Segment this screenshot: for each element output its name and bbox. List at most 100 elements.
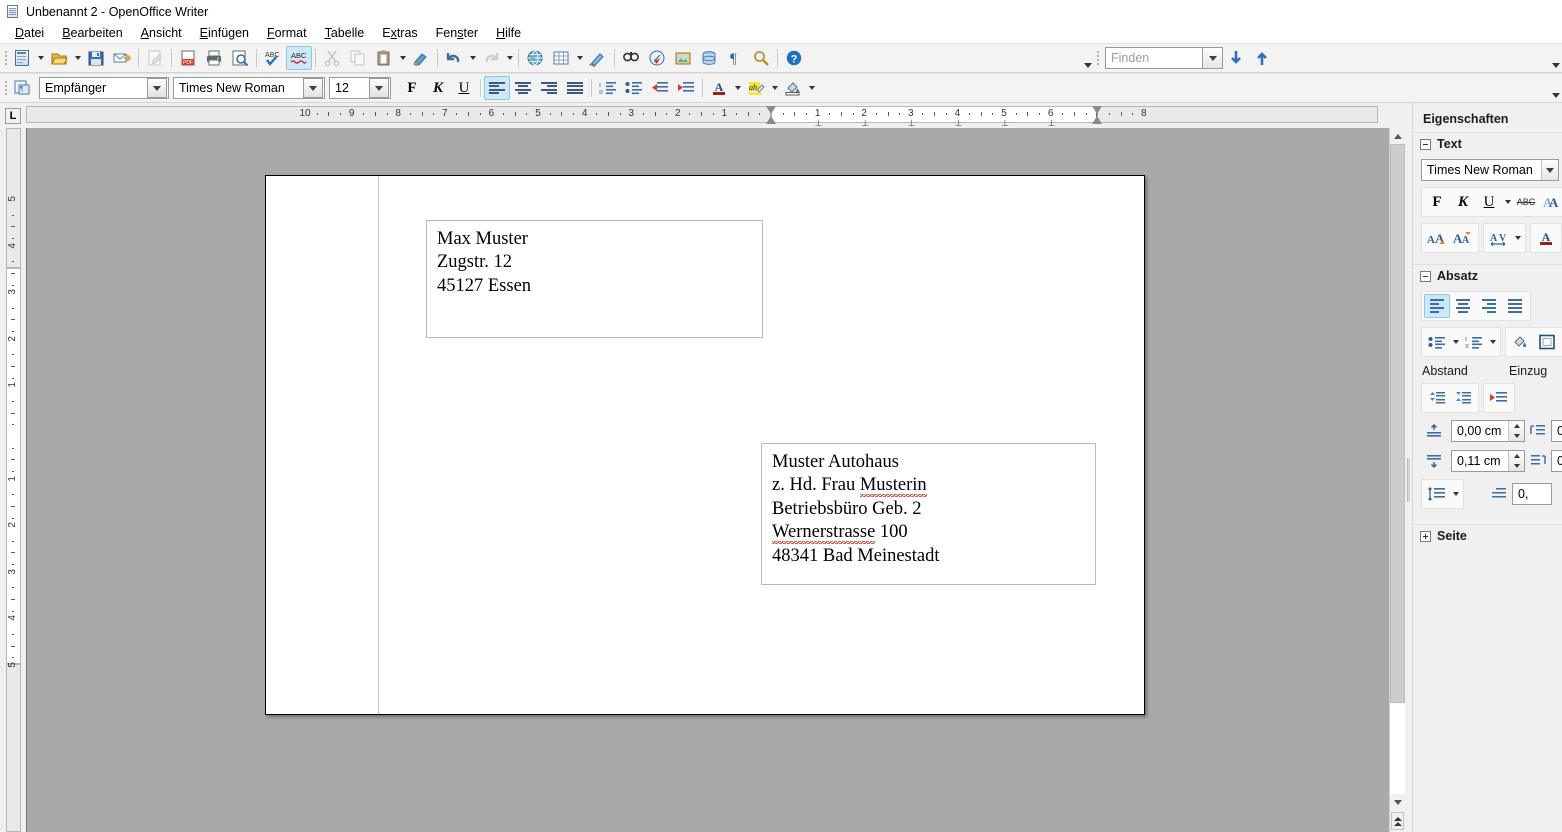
menu-tabelle[interactable]: Tabelle <box>316 24 374 42</box>
paste-icon[interactable] <box>371 46 397 70</box>
formatting-toolbar-overflow[interactable] <box>1550 75 1562 101</box>
hyperlink-icon[interactable] <box>522 46 548 70</box>
edit-file-icon[interactable] <box>142 46 168 70</box>
menu-einfuegen[interactable]: Einfügen <box>191 24 258 42</box>
data-sources-icon[interactable] <box>696 46 722 70</box>
scrollbar-thumb[interactable] <box>1390 144 1405 703</box>
bold-button[interactable]: F <box>399 76 425 100</box>
find-replace-icon[interactable] <box>618 46 644 70</box>
background-color-icon[interactable] <box>780 76 806 100</box>
collapse-icon[interactable] <box>1420 139 1431 150</box>
font-color-icon[interactable]: A <box>706 76 732 100</box>
collapse-icon[interactable] <box>1420 271 1431 282</box>
menu-datei[interactable]: Datei <box>6 24 53 42</box>
highlighting-color-icon[interactable]: ab <box>743 76 769 100</box>
insert-table-dropdown[interactable] <box>574 46 585 70</box>
line-spacing-dropdown[interactable] <box>1450 482 1461 506</box>
toolbar-grip[interactable] <box>2 47 9 69</box>
find-dropdown[interactable] <box>1203 47 1223 69</box>
paste-dropdown[interactable] <box>397 46 408 70</box>
unordered-list-icon[interactable] <box>1424 330 1450 354</box>
paragraph-style-icon[interactable]: ¶ <box>9 76 35 100</box>
undo-dropdown[interactable] <box>467 46 478 70</box>
font-color-icon[interactable]: A <box>1533 226 1559 250</box>
zoom-icon[interactable] <box>748 46 774 70</box>
unordered-list-dropdown[interactable] <box>1450 330 1461 354</box>
navigator-icon[interactable] <box>644 46 670 70</box>
align-center-button[interactable] <box>510 76 536 100</box>
space-below-stepper[interactable] <box>1508 451 1524 471</box>
redo-icon[interactable] <box>478 46 504 70</box>
increase-paragraph-spacing-icon[interactable] <box>1424 386 1450 410</box>
standard-toolbar-overflow[interactable] <box>1082 45 1094 71</box>
sidebar-bold-button[interactable]: F <box>1424 190 1450 214</box>
sidebar-section-absatz[interactable]: Absatz <box>1413 264 1562 288</box>
menu-ansicht[interactable]: Ansicht <box>132 24 191 42</box>
find-toolbar-overflow[interactable] <box>1550 45 1562 71</box>
formatting-toolbar-grip[interactable] <box>2 77 9 99</box>
align-left-button[interactable] <box>484 76 510 100</box>
paragraph-style-combo[interactable]: Empfänger <box>39 77 169 99</box>
menu-hilfe[interactable]: Hilfe <box>487 24 530 42</box>
document-canvas[interactable]: Max MusterZugstr. 1245127 Essen Muster A… <box>26 128 1389 832</box>
increase-font-size-icon[interactable]: AA <box>1424 226 1450 250</box>
spellcheck-icon[interactable]: ABC <box>260 46 286 70</box>
find-input[interactable]: Finden <box>1105 47 1203 69</box>
previous-page-icon[interactable] <box>1391 812 1404 830</box>
decrease-font-size-icon[interactable]: AA <box>1450 226 1476 250</box>
underline-button[interactable]: U <box>451 76 477 100</box>
find-next-icon[interactable] <box>1223 46 1249 70</box>
right-indent-marker[interactable] <box>1092 106 1103 124</box>
unordered-list-button[interactable] <box>621 76 647 100</box>
ordered-list-dropdown[interactable] <box>1487 330 1498 354</box>
sidebar-section-seite[interactable]: Seite <box>1413 524 1562 548</box>
font-name-dropdown[interactable] <box>303 78 323 98</box>
sidebar-font-name-combo[interactable]: Times New Roman <box>1421 159 1559 181</box>
send-email-icon[interactable] <box>109 46 135 70</box>
print-icon[interactable] <box>201 46 227 70</box>
increase-indent-button[interactable] <box>673 76 699 100</box>
scroll-up-icon[interactable] <box>1390 128 1405 144</box>
menu-fenster[interactable]: Fenster <box>427 24 487 42</box>
new-document-dropdown[interactable] <box>35 46 46 70</box>
hanging-indent-icon[interactable] <box>1486 386 1512 410</box>
export-pdf-icon[interactable]: PDF <box>175 46 201 70</box>
undo-icon[interactable] <box>441 46 467 70</box>
font-name-combo[interactable]: Times New Roman <box>173 77 325 99</box>
ordered-list-icon[interactable]: III <box>1461 330 1487 354</box>
menu-bearbeiten[interactable]: Bearbeiten <box>53 24 131 42</box>
space-above-stepper[interactable] <box>1508 421 1524 441</box>
open-document-icon[interactable] <box>46 46 72 70</box>
sidebar-align-justified-button[interactable] <box>1502 294 1528 318</box>
recipient-address-frame[interactable]: Muster Autohausz. Hd. Frau MusterinBetri… <box>761 443 1096 585</box>
formatting-marks-icon[interactable]: ¶ <box>722 46 748 70</box>
tab-stop-selector[interactable]: L <box>0 103 26 128</box>
autospellcheck-icon[interactable]: ABC <box>286 46 312 70</box>
show-draw-functions-icon[interactable] <box>585 46 611 70</box>
insert-table-icon[interactable] <box>548 46 574 70</box>
indent-before-spinner[interactable]: 0, <box>1551 420 1562 442</box>
clone-formatting-icon[interactable] <box>408 46 434 70</box>
sidebar-align-center-button[interactable] <box>1450 294 1476 318</box>
document-page[interactable]: Max MusterZugstr. 1245127 Essen Muster A… <box>265 175 1145 715</box>
horizontal-ruler[interactable]: 1098765432112345678⊥⊥⊥⊥⊥⊥ <box>26 106 1384 125</box>
sidebar-italic-button[interactable]: K <box>1450 190 1476 214</box>
paragraph-borders-icon[interactable] <box>1534 330 1560 354</box>
space-below-spinner[interactable]: 0,11 cm <box>1451 450 1525 472</box>
ordered-list-button[interactable]: III <box>595 76 621 100</box>
font-color-dropdown[interactable] <box>732 76 743 100</box>
redo-dropdown[interactable] <box>504 46 515 70</box>
sidebar-align-right-button[interactable] <box>1476 294 1502 318</box>
font-size-combo[interactable]: 12 <box>329 77 391 99</box>
sidebar-splitter[interactable] <box>1405 128 1412 832</box>
align-justified-button[interactable] <box>562 76 588 100</box>
character-spacing-icon[interactable]: AV <box>1486 226 1512 250</box>
character-spacing-dropdown[interactable] <box>1512 226 1523 250</box>
find-toolbar-grip[interactable] <box>1094 47 1101 69</box>
sidebar-align-left-button[interactable] <box>1424 294 1450 318</box>
copy-icon[interactable] <box>345 46 371 70</box>
vertical-ruler[interactable]: 5432112345 <box>0 128 26 832</box>
sidebar-strikethrough-button[interactable]: ABC <box>1513 190 1539 214</box>
shadow-icon[interactable]: AA <box>1539 190 1562 214</box>
save-document-icon[interactable] <box>83 46 109 70</box>
